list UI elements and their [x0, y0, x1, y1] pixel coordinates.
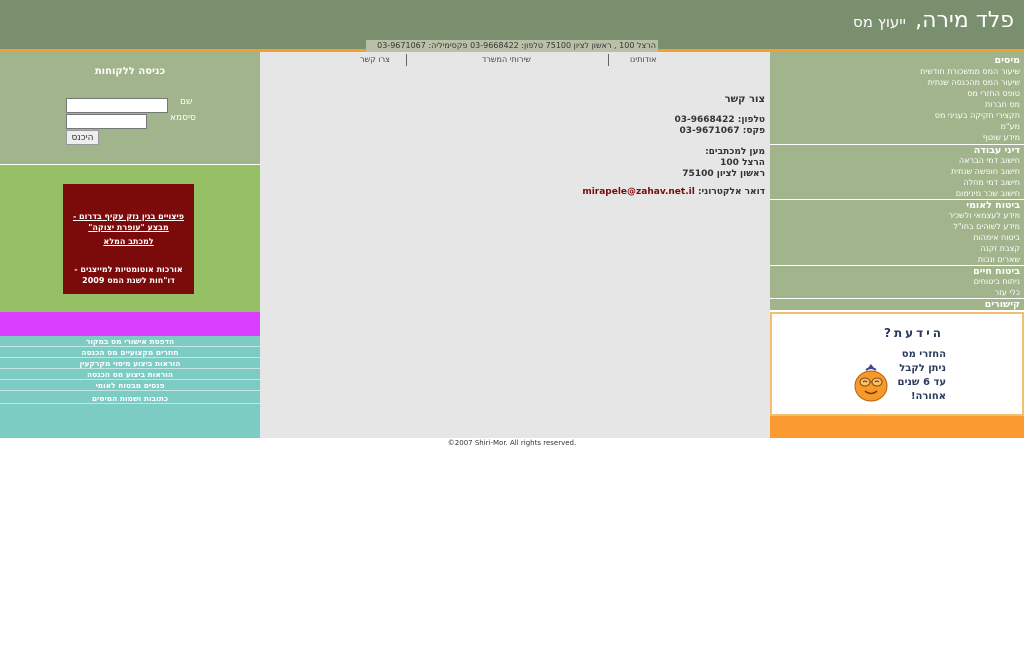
page: פלד מירה, ייעוץ מס הרצל 100 , ראשון לציו…: [0, 0, 1024, 650]
email-label: דואר אלקטרוני:: [697, 187, 765, 197]
city: ראשון לציון 75100: [682, 169, 765, 179]
sidebar-category-national-insurance[interactable]: ביטוח לאומי: [770, 200, 1024, 211]
sidebar-item-recuperation-pay[interactable]: חישוב דמי הבראה: [770, 156, 1024, 165]
sidebar-category-links[interactable]: קישורים: [770, 299, 1024, 310]
did-you-know-box: הידעת? החזרי מס ניתן לקבל עד 6 שנים אחור…: [770, 312, 1024, 416]
sidebar-item-tax-refund-form[interactable]: טופס החזרי מס: [770, 89, 1024, 98]
link-tax-office-addresses[interactable]: כתובות ושמות המיסים: [0, 393, 260, 404]
name-label: שם: [180, 97, 193, 107]
link-real-estate-instructions[interactable]: הוראות ביצוע מיסוי מקרקעין: [0, 358, 260, 369]
link-withholding-print[interactable]: הדפסת אישורי מס במקור: [0, 336, 260, 347]
email-link[interactable]: mirapele@zahav.net.il: [582, 187, 694, 197]
main-content: אודותינו שירותי המשרד צרו קשר צור קשר טל…: [260, 52, 770, 438]
sidebar-item-tools[interactable]: כלי עזר: [770, 288, 1024, 297]
password-input[interactable]: [66, 114, 147, 129]
site-title-main: פלד מירה,: [915, 8, 1014, 33]
smiley-face-icon: [854, 364, 888, 402]
sidebar-item-sick-pay[interactable]: חישוב דמי מחלה: [770, 178, 1024, 187]
sidebar-item-self-employed[interactable]: מידע לעצמאי ולשכיר: [770, 211, 1024, 220]
sidebar-item-survivors[interactable]: שארים ונכות: [770, 255, 1024, 264]
sidebar-item-abroad[interactable]: מידע לשוהים בחו"ל: [770, 222, 1024, 231]
email-row: דואר אלקטרוני: mirapele@zahav.net.il: [582, 187, 765, 197]
did-you-know-text: החזרי מס ניתן לקבל עד 6 שנים אחורה!: [897, 348, 946, 404]
did-you-know-line: אחורה!: [910, 391, 946, 402]
news-panel: פיצויים בגין נזק עקיף בדרום - מבצע "עופר…: [0, 165, 260, 312]
magenta-band: [0, 312, 260, 336]
phone: טלפון: 03-9668422: [674, 115, 766, 125]
nav-contact[interactable]: צרו קשר: [360, 55, 390, 64]
news-link-gaza-compensation[interactable]: פיצויים בגין נזק עקיף בדרום - מבצע "עופר…: [69, 211, 188, 233]
nav-services[interactable]: שירותי המשרד: [482, 55, 531, 64]
sidebar: מיסים שיעור המס ממשכורת חודשית שיעור המס…: [770, 52, 1024, 310]
did-you-know-title: הידעת?: [884, 326, 944, 340]
link-national-insurance-forms[interactable]: פנסים מבטוח לאומי: [0, 380, 260, 391]
site-title-sub: ייעוץ מס: [853, 13, 906, 31]
site-title: פלד מירה, ייעוץ מס: [853, 8, 1014, 33]
did-you-know-line: ניתן לקבל: [899, 363, 946, 374]
link-income-tax-instructions[interactable]: הוראות ביצוע מס הכנסה: [0, 369, 260, 380]
contact-details: טלפון: 03-9668422 פקס: 03-9671067 מען למ…: [675, 115, 766, 180]
nav-separator: [406, 54, 407, 66]
name-input[interactable]: [66, 98, 168, 113]
news-box: פיצויים בגין נזק עקיף בדרום - מבצע "עופר…: [63, 184, 194, 294]
nav-separator: [608, 54, 609, 66]
contact-strip: הרצל 100 , ראשון לציון 75100 טלפון: 03-9…: [366, 40, 658, 52]
sidebar-category-life-insurance[interactable]: ביטוח חיים: [770, 266, 1024, 277]
fax: פקס: 03-9671067: [679, 126, 765, 136]
sidebar-item-old-age[interactable]: קצבת זקנה: [770, 244, 1024, 253]
sidebar-item-tax-legislation[interactable]: תקצירי חקיקה בעניני מס: [770, 111, 1024, 120]
did-you-know-line: עד 6 שנים: [897, 377, 946, 388]
login-button[interactable]: היכנס: [66, 130, 99, 145]
mail-heading: מען למכתבים:: [705, 147, 765, 157]
professional-links-panel: הדפסת אישורי מס במקור חוזרים מקצועיים מס…: [0, 336, 260, 438]
orange-band: [770, 416, 1024, 438]
password-label: סיסמא: [170, 113, 196, 123]
sidebar-item-current-info[interactable]: מידע שוטף: [770, 133, 1024, 142]
login-title: כניסה ללקוחות: [94, 66, 166, 77]
sidebar-category-labor[interactable]: דיני עבודה: [770, 145, 1024, 156]
did-you-know-line: החזרי מס: [901, 349, 946, 360]
page-title: צור קשר: [724, 94, 765, 105]
sidebar-item-tax-annual[interactable]: שיעור המס מהכנסה שנתית: [770, 78, 1024, 87]
news-text-extensions: אורכות אוטומטיות למייצגים - דו"חות לשנת …: [74, 265, 183, 285]
street: הרצל 100: [720, 158, 765, 168]
sidebar-item-tax-salary[interactable]: שיעור המס ממשכורת חודשית: [770, 67, 1024, 76]
sidebar-item-vat[interactable]: מע"מ: [770, 122, 1024, 131]
sidebar-category-taxes[interactable]: מיסים: [770, 55, 1024, 66]
nav-about[interactable]: אודותינו: [630, 55, 657, 64]
sidebar-item-minimum-wage[interactable]: חישוב שכר מינימום: [770, 189, 1024, 198]
footer: ©2007 Shiri-Mor. All rights reserved.: [447, 439, 577, 447]
sidebar-item-insurance-analysis[interactable]: ניתוח ביטוחים: [770, 277, 1024, 286]
sidebar-item-corporate-tax[interactable]: מס חברות: [770, 100, 1024, 109]
sidebar-item-annual-vacation[interactable]: חישוב חופשה שנתית: [770, 167, 1024, 176]
sidebar-item-maternity[interactable]: ביטוח אימהות: [770, 233, 1024, 242]
news-link-full-letter[interactable]: למכתב המלא: [69, 237, 188, 246]
link-income-tax-circulars[interactable]: חוזרים מקצועיים מס הכנסה: [0, 347, 260, 358]
login-panel: כניסה ללקוחות שם סיסמא היכנס: [0, 52, 260, 164]
